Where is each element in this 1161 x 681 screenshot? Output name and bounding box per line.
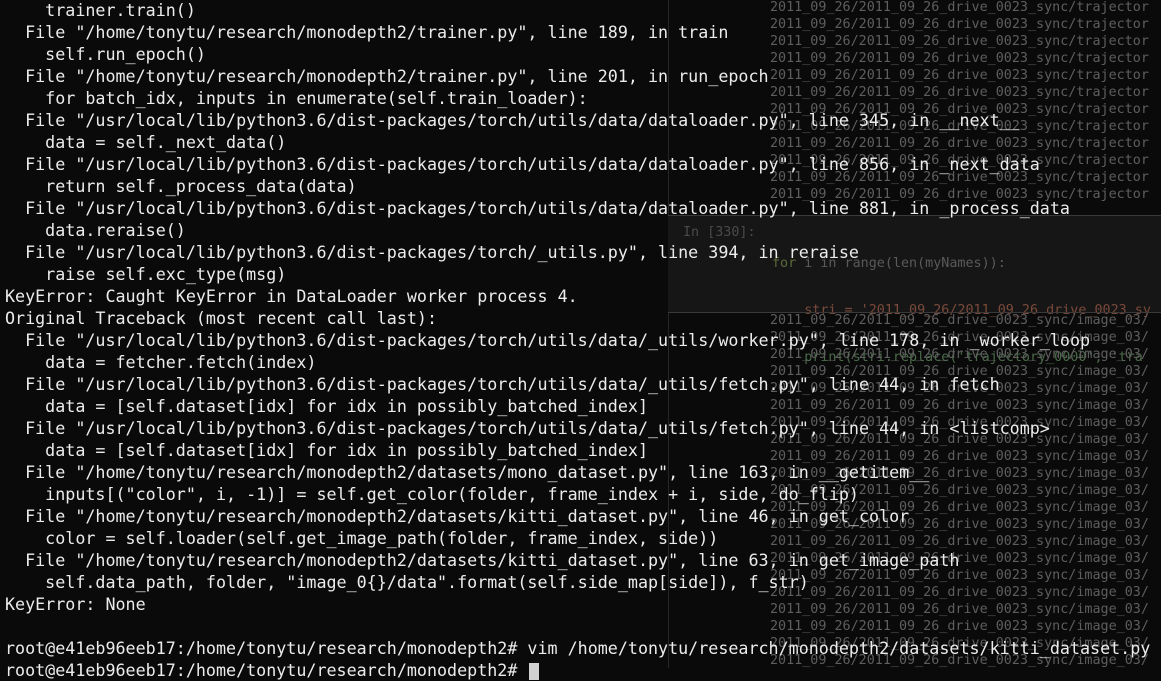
traceback-line: data = [self.dataset[idx] for idx in pos… — [5, 439, 1161, 461]
terminal-line-text: File "/home/tonytu/research/monodepth2/d… — [5, 462, 930, 482]
terminal-line-text: color = self.loader(self.get_image_path(… — [5, 528, 719, 548]
traceback-line: Original Traceback (most recent call las… — [5, 307, 1161, 329]
error-line: KeyError: Caught KeyError in DataLoader … — [5, 285, 1161, 307]
terminal-line-text: data = [self.dataset[idx] for idx in pos… — [5, 396, 648, 416]
traceback-line: return self._process_data(data) — [5, 175, 1161, 197]
terminal-line-text: raise self.exc_type(msg) — [5, 264, 287, 284]
traceback-line: self.data_path, folder, "image_0{}/data"… — [5, 571, 1161, 593]
terminal-line-text: self.data_path, folder, "image_0{}/data"… — [5, 572, 809, 592]
terminal-line-text: File "/usr/local/lib/python3.6/dist-pack… — [5, 198, 1070, 218]
traceback-line: data.reraise() — [5, 219, 1161, 241]
terminal-line-text: File "/home/tonytu/research/monodepth2/d… — [5, 550, 960, 570]
traceback-line: File "/usr/local/lib/python3.6/dist-pack… — [5, 197, 1161, 219]
traceback-line: File "/usr/local/lib/python3.6/dist-pack… — [5, 417, 1161, 439]
traceback-line: data = self._next_data() — [5, 131, 1161, 153]
traceback-line: File "/usr/local/lib/python3.6/dist-pack… — [5, 329, 1161, 351]
terminal-line-text: Original Traceback (most recent call las… — [5, 308, 438, 328]
terminal-line-text: File "/home/tonytu/research/monodepth2/t… — [5, 66, 769, 86]
shell-prompt: root@e41eb96eeb17:/home/tonytu/research/… — [5, 660, 528, 680]
traceback-line: File "/home/tonytu/research/monodepth2/d… — [5, 461, 1161, 483]
terminal-line-text: KeyError: Caught KeyError in DataLoader … — [5, 286, 578, 306]
traceback-line — [5, 615, 1161, 637]
terminal-line-text: return self._process_data(data) — [5, 176, 357, 196]
terminal-line-text: File "/usr/local/lib/python3.6/dist-pack… — [5, 418, 1050, 438]
traceback-line: File "/home/tonytu/research/monodepth2/t… — [5, 65, 1161, 87]
traceback-line: trainer.train() — [5, 0, 1161, 21]
traceback-line: self.run_epoch() — [5, 43, 1161, 65]
terminal-line-text: self.run_epoch() — [5, 44, 206, 64]
terminal-line-text: trainer.train() — [5, 0, 196, 20]
terminal-line-text: root@e41eb96eeb17:/home/tonytu/research/… — [5, 638, 1151, 658]
terminal-output[interactable]: trainer.train() File "/home/tonytu/resea… — [5, 0, 1161, 681]
terminal-line-text: File "/home/tonytu/research/monodepth2/d… — [5, 506, 910, 526]
traceback-line: File "/usr/local/lib/python3.6/dist-pack… — [5, 153, 1161, 175]
text-cursor — [529, 663, 540, 680]
traceback-line: File "/usr/local/lib/python3.6/dist-pack… — [5, 109, 1161, 131]
terminal-line-text: data = fetcher.fetch(index) — [5, 352, 317, 372]
prompt-line[interactable]: root@e41eb96eeb17:/home/tonytu/research/… — [5, 659, 1161, 681]
terminal-line-text: File "/usr/local/lib/python3.6/dist-pack… — [5, 154, 1040, 174]
traceback-line: File "/usr/local/lib/python3.6/dist-pack… — [5, 241, 1161, 263]
terminal-line-text: File "/usr/local/lib/python3.6/dist-pack… — [5, 110, 1020, 130]
terminal-line-text: File "/home/tonytu/research/monodepth2/t… — [5, 22, 729, 42]
terminal-line-text: data.reraise() — [5, 220, 186, 240]
traceback-line: data = [self.dataset[idx] for idx in pos… — [5, 395, 1161, 417]
terminal-line-text: inputs[("color", i, -1)] = self.get_colo… — [5, 484, 859, 504]
traceback-line: File "/home/tonytu/research/monodepth2/d… — [5, 505, 1161, 527]
traceback-line: inputs[("color", i, -1)] = self.get_colo… — [5, 483, 1161, 505]
traceback-line: File "/home/tonytu/research/monodepth2/d… — [5, 549, 1161, 571]
terminal-line-text: File "/usr/local/lib/python3.6/dist-pack… — [5, 374, 1000, 394]
traceback-line: for batch_idx, inputs in enumerate(self.… — [5, 87, 1161, 109]
traceback-line: color = self.loader(self.get_image_path(… — [5, 527, 1161, 549]
terminal-line-text: KeyError: None — [5, 594, 146, 614]
terminal-line-text: for batch_idx, inputs in enumerate(self.… — [5, 88, 588, 108]
traceback-line: data = fetcher.fetch(index) — [5, 351, 1161, 373]
command-line: root@e41eb96eeb17:/home/tonytu/research/… — [5, 637, 1161, 659]
terminal-line-text: data = [self.dataset[idx] for idx in pos… — [5, 440, 648, 460]
traceback-line: File "/home/tonytu/research/monodepth2/t… — [5, 21, 1161, 43]
terminal-line-text: File "/usr/local/lib/python3.6/dist-pack… — [5, 330, 1091, 350]
terminal-line-text: data = self._next_data() — [5, 132, 287, 152]
traceback-line: raise self.exc_type(msg) — [5, 263, 1161, 285]
traceback-line: File "/usr/local/lib/python3.6/dist-pack… — [5, 373, 1161, 395]
error-line: KeyError: None — [5, 593, 1161, 615]
terminal-line-text: File "/usr/local/lib/python3.6/dist-pack… — [5, 242, 859, 262]
